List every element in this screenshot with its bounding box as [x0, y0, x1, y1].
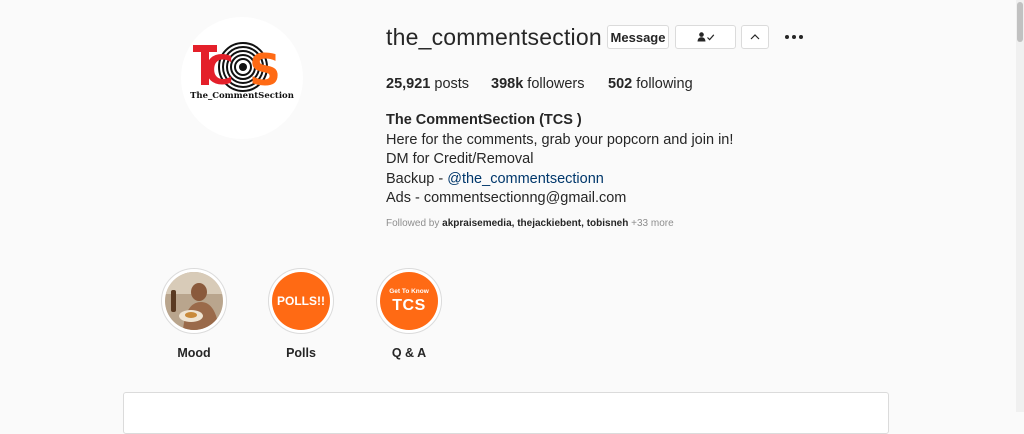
polls-cover-text: POLLS!! — [277, 294, 325, 308]
bio-line: Ads - commentsectionng@gmail.com — [386, 190, 627, 207]
more-options-button[interactable] — [784, 27, 804, 47]
bio-line: DM for Credit/Removal — [386, 151, 534, 168]
backup-account-link[interactable]: @the_commentsectionn — [447, 171, 604, 187]
message-button[interactable]: Message — [607, 25, 669, 49]
more-options-icon — [785, 35, 803, 39]
posts-count: 25,921 posts — [386, 76, 470, 92]
suggested-accounts-button[interactable] — [741, 25, 769, 49]
scrollbar-thumb[interactable] — [1017, 2, 1023, 42]
highlight-cover-ring: POLLS!! — [268, 268, 334, 334]
qa-cover-big-text: TCS — [392, 296, 426, 314]
logo-letter-c: C — [204, 48, 233, 94]
qa-cover-small-text: Get To Know — [389, 287, 429, 295]
highlight-label: Mood — [177, 346, 211, 360]
profile-bio: The CommentSection (TCS ) Here for the c… — [386, 111, 733, 209]
profile-avatar[interactable]: S The_CommentSection C — [181, 17, 303, 139]
follower-name: thejackiebent — [517, 218, 582, 229]
page-scrollbar[interactable] — [1016, 0, 1024, 412]
tcs-logo: S The_CommentSection C — [190, 42, 294, 101]
qa-cover: Get To Know TCS — [380, 272, 438, 330]
following-link[interactable]: 502 following — [608, 76, 693, 92]
highlight-mood[interactable]: Mood — [159, 268, 229, 360]
follower-name: akpraisemedia — [442, 218, 512, 229]
mood-cover-image — [165, 272, 223, 330]
profile-full-name: The CommentSection (TCS ) — [386, 112, 582, 128]
bio-line: Here for the comments, grab your popcorn… — [386, 131, 734, 148]
highlight-cover-ring — [161, 268, 227, 334]
highlight-cover-ring: Get To Know TCS — [376, 268, 442, 334]
following-button[interactable] — [675, 25, 736, 49]
highlight-label: Q & A — [391, 346, 427, 360]
followed-by[interactable]: Followed by akpraisemedia, thejackiebent… — [386, 218, 674, 229]
chevron-up-icon — [750, 34, 760, 40]
bio-line: Backup - @the_commentsectionn — [386, 170, 604, 187]
followers-link[interactable]: 398k followers — [491, 76, 585, 92]
follower-name: tobisneh — [586, 218, 629, 229]
person-check-icon — [697, 32, 714, 42]
posts-tabs-card — [123, 392, 889, 434]
svg-text:S: S — [249, 45, 281, 96]
highlight-label: Polls — [286, 346, 316, 360]
highlight-qa[interactable]: Get To Know TCS Q & A — [374, 268, 444, 360]
profile-username: the_commentsection — [386, 24, 602, 50]
highlight-polls[interactable]: POLLS!! Polls — [266, 268, 336, 360]
polls-cover: POLLS!! — [272, 272, 330, 330]
